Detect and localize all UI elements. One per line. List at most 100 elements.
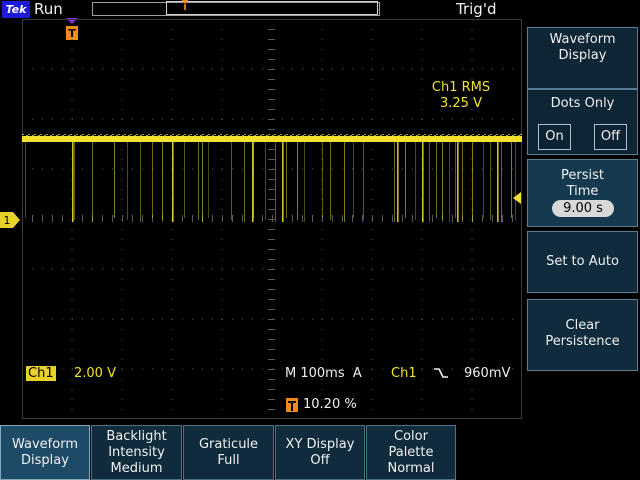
set-to-auto-label: Set to Auto (546, 254, 619, 269)
persistence-trace (92, 140, 93, 222)
waveform-drop (282, 140, 284, 222)
status-bar: Tek Run Trig'd (0, 0, 640, 19)
persistence-trace (127, 140, 128, 220)
trigger-state: Trig'd (456, 0, 497, 18)
menu-line: Normal (387, 460, 435, 476)
waveform-drop (172, 140, 174, 222)
trigger-position-readout: 10.20 % (303, 397, 357, 412)
waveform-drop (457, 140, 459, 222)
persistence-trace (490, 140, 491, 220)
persistence-trace (462, 140, 463, 220)
trigger-level-readout: 960mV (464, 366, 511, 381)
menu-line: Graticule (198, 436, 259, 452)
waveform-display-menu-button[interactable]: Waveform Display (0, 425, 90, 480)
persistence-trace (455, 140, 456, 218)
persistence-trace (511, 140, 512, 218)
persistence-trace (353, 140, 354, 218)
persistence-trace (515, 140, 516, 220)
trigger-level-marker[interactable] (511, 192, 521, 204)
waveform-drop (72, 140, 74, 222)
persistence-trace (114, 140, 115, 218)
persistence-trace (472, 140, 473, 222)
persistence-trace (330, 140, 331, 220)
waveform-drop (497, 140, 499, 222)
persistence-trace (297, 140, 298, 220)
clear-persistence-line1: Clear (565, 318, 600, 333)
waveform-display (22, 19, 522, 419)
ch1-ground-glyph: 1 (4, 214, 11, 227)
persistence-trace (442, 140, 443, 220)
persistence-trace (140, 140, 141, 222)
persistence-trace (198, 140, 199, 220)
clear-persistence-line2: Persistence (545, 334, 620, 349)
side-menu-title-line1: Waveform (549, 32, 616, 47)
falling-edge-icon (434, 368, 448, 378)
persistence-trace (344, 140, 345, 222)
persistence-trace (501, 140, 502, 222)
menu-line: Intensity (108, 444, 165, 460)
menu-line: Waveform (12, 436, 78, 452)
dots-only-option: Dots Only On Off (527, 89, 638, 155)
persistence-trace (275, 140, 276, 222)
menu-line: Medium (110, 460, 163, 476)
persistence-trace (363, 140, 364, 220)
persist-time-button[interactable]: Persist Time 9.00 s (527, 159, 638, 227)
vertical-scale-readout: 2.00 V (74, 366, 116, 381)
acquisition-state: Run (34, 0, 63, 18)
side-menu-title: Waveform Display (527, 27, 638, 89)
persistence-trace (152, 140, 153, 218)
persistence-trace (304, 140, 305, 222)
trigger-position-icon (286, 398, 298, 412)
persistence-trace (162, 140, 163, 220)
trigger-source-readout: Ch1 (391, 366, 417, 381)
clear-persistence-button[interactable]: Clear Persistence (527, 299, 638, 371)
bottom-menu: Waveform Display Backlight Intensity Medium… (0, 425, 640, 480)
persistence-trace (202, 140, 203, 222)
persist-time-line2: Time (566, 184, 599, 199)
menu-line: Color (394, 428, 428, 444)
channel-badge: Ch1 (26, 366, 56, 381)
clear-persistence-label: Clear Persistence (528, 318, 637, 350)
persistence-trace (184, 140, 185, 218)
menu-line: Display (21, 452, 69, 468)
dots-only-label: Dots Only (550, 96, 615, 111)
persistence-trace (405, 140, 406, 218)
trigger-point-icon (181, 0, 189, 10)
persist-time-line1: Persist (561, 168, 604, 183)
xy-display-menu-button[interactable]: XY Display Off (275, 425, 365, 480)
graticule-menu-button[interactable]: Graticule Full (183, 425, 274, 480)
measurement-label: Ch1 RMS (431, 80, 491, 95)
waveform-drop (252, 140, 254, 222)
brand-logo: Tek (2, 1, 30, 18)
persistence-trace (244, 140, 245, 222)
side-menu: Waveform Display Dots Only On Off Persis… (527, 19, 640, 420)
persistence-trace (231, 140, 232, 220)
persistence-trace (429, 140, 430, 222)
persistence-trace (265, 140, 266, 220)
color-palette-menu-button[interactable]: Color Palette Normal (366, 425, 456, 480)
waveform-drop (422, 140, 424, 222)
side-menu-title-line2: Display (558, 48, 607, 63)
persistence-trace (25, 140, 26, 218)
persistence-trace (74, 140, 75, 220)
persistence-trace (415, 140, 416, 220)
dots-only-on-button[interactable]: On (538, 124, 571, 150)
persistence-trace (483, 140, 484, 218)
menu-line: Off (310, 452, 330, 468)
dots-only-off-button[interactable]: Off (594, 124, 627, 150)
menu-line: Full (217, 452, 240, 468)
menu-line: XY Display (285, 436, 355, 452)
persist-time-label: Persist Time (528, 168, 637, 200)
waveform-drop (397, 140, 399, 222)
persistence-trace (208, 140, 209, 218)
persistence-trace (449, 140, 450, 222)
persistence-trace (322, 140, 323, 218)
persistence-trace (394, 140, 395, 222)
menu-line: Backlight (106, 428, 167, 444)
backlight-intensity-menu-button[interactable]: Backlight Intensity Medium (91, 425, 182, 480)
set-to-auto-button[interactable]: Set to Auto (527, 231, 638, 293)
record-view-window (166, 1, 378, 15)
persist-time-value: 9.00 s (552, 200, 614, 217)
ch1-ground-marker[interactable]: 1 (0, 212, 20, 228)
persistence-trace (286, 140, 287, 218)
